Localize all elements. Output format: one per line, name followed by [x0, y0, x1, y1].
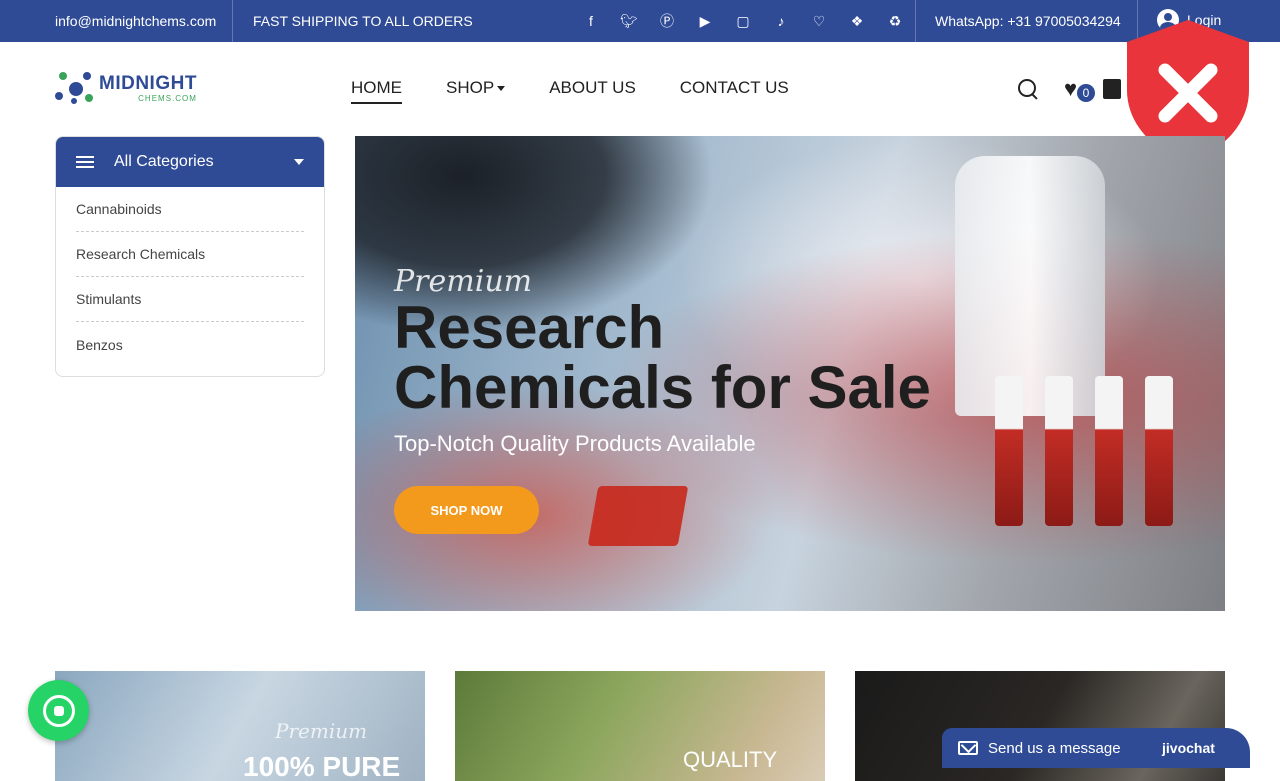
tiktok-icon[interactable]: ♪ [762, 8, 800, 34]
hero-title: Research Chemicals for Sale [394, 294, 931, 421]
cart-icon[interactable] [1103, 79, 1122, 99]
facebook-icon[interactable]: f [572, 8, 610, 34]
nav-about[interactable]: ABOUT US [549, 78, 636, 104]
hero-image-flask [587, 486, 689, 546]
nav-shop[interactable]: SHOP [446, 78, 506, 104]
categories-title: All Categories [114, 153, 214, 170]
email-link[interactable]: info@midnightchems.com [55, 13, 216, 29]
envelope-icon [958, 741, 978, 755]
social-links: f 🐦︎ Ⓟ ▶ ▢ ♪ ♡ ❖ ♻ [572, 8, 914, 34]
nav-shop-label: SHOP [446, 78, 495, 97]
category-research-chemicals[interactable]: Research Chemicals [76, 232, 304, 277]
wishlist-icon[interactable]: ♥ 0 [1064, 76, 1095, 102]
instagram-icon[interactable]: ▢ [724, 8, 762, 34]
whatsapp-number[interactable]: WhatsApp: +31 97005034294 [935, 13, 1121, 29]
header-icons: ♥ 0 [1016, 76, 1122, 102]
nav-contact[interactable]: CONTACT US [680, 78, 789, 104]
chat-label: Send us a message [988, 739, 1121, 757]
recycle-icon[interactable]: ♻ [876, 8, 914, 34]
wishlist-count-badge: 0 [1077, 84, 1095, 102]
hero-image-tube [1095, 376, 1123, 526]
whatsapp-chat-button[interactable] [28, 680, 89, 741]
hero-image-tube [1045, 376, 1073, 526]
logo-text: MIDNIGHT [99, 72, 197, 94]
hero-image-microscope [955, 156, 1105, 416]
list-icon [76, 156, 94, 168]
hero-subtitle: Top-Notch Quality Products Available [394, 431, 756, 456]
chat-brand: jivochat [1162, 740, 1215, 756]
category-cannabinoids[interactable]: Cannabinoids [76, 187, 304, 232]
search-icon[interactable] [1016, 77, 1038, 101]
category-benzos[interactable]: Benzos [76, 322, 304, 367]
shipping-notice: FAST SHIPPING TO ALL ORDERS [253, 13, 473, 29]
promo-card-quality[interactable]: QUALITY [455, 671, 825, 781]
promo-card-title: 100% PURE [243, 751, 401, 781]
youtube-icon[interactable]: ▶ [686, 8, 724, 34]
hero-banner: Premium Research Chemicals for Sale Top-… [355, 136, 1225, 611]
promo-card-pure[interactable]: Premium 100% PURE [55, 671, 425, 781]
tags-icon[interactable]: ❖ [838, 8, 876, 34]
whatsapp-icon [42, 694, 75, 727]
top-bar: info@midnightchems.com FAST SHIPPING TO … [0, 0, 1280, 42]
heart-icon[interactable]: ♡ [800, 8, 838, 34]
main-nav: HOME SHOP ABOUT US CONTACT US [351, 78, 833, 104]
molecule-logo-icon [55, 70, 95, 106]
caret-down-icon [497, 86, 506, 92]
categories-panel: All Categories Cannabinoids Research Che… [55, 136, 325, 377]
divider [915, 0, 916, 42]
hero-image-tube [1145, 376, 1173, 526]
shop-now-button[interactable]: SHOP NOW [394, 486, 539, 534]
site-logo[interactable]: MIDNIGHT CHEMS.COM [55, 70, 197, 106]
live-chat-widget[interactable]: Send us a message jivochat [942, 728, 1250, 768]
logo-subtext: CHEMS.COM [138, 93, 197, 103]
promo-card-pretitle: Premium [275, 719, 368, 743]
nav-home[interactable]: HOME [351, 78, 402, 104]
promo-card-title: QUALITY [683, 747, 778, 772]
twitter-icon[interactable]: 🐦︎ [610, 8, 648, 34]
all-categories-toggle[interactable]: All Categories [56, 137, 324, 187]
category-stimulants[interactable]: Stimulants [76, 277, 304, 322]
divider [232, 0, 233, 42]
pinterest-icon[interactable]: Ⓟ [648, 8, 686, 34]
hero-image-tube [995, 376, 1023, 526]
caret-down-icon [294, 159, 304, 165]
